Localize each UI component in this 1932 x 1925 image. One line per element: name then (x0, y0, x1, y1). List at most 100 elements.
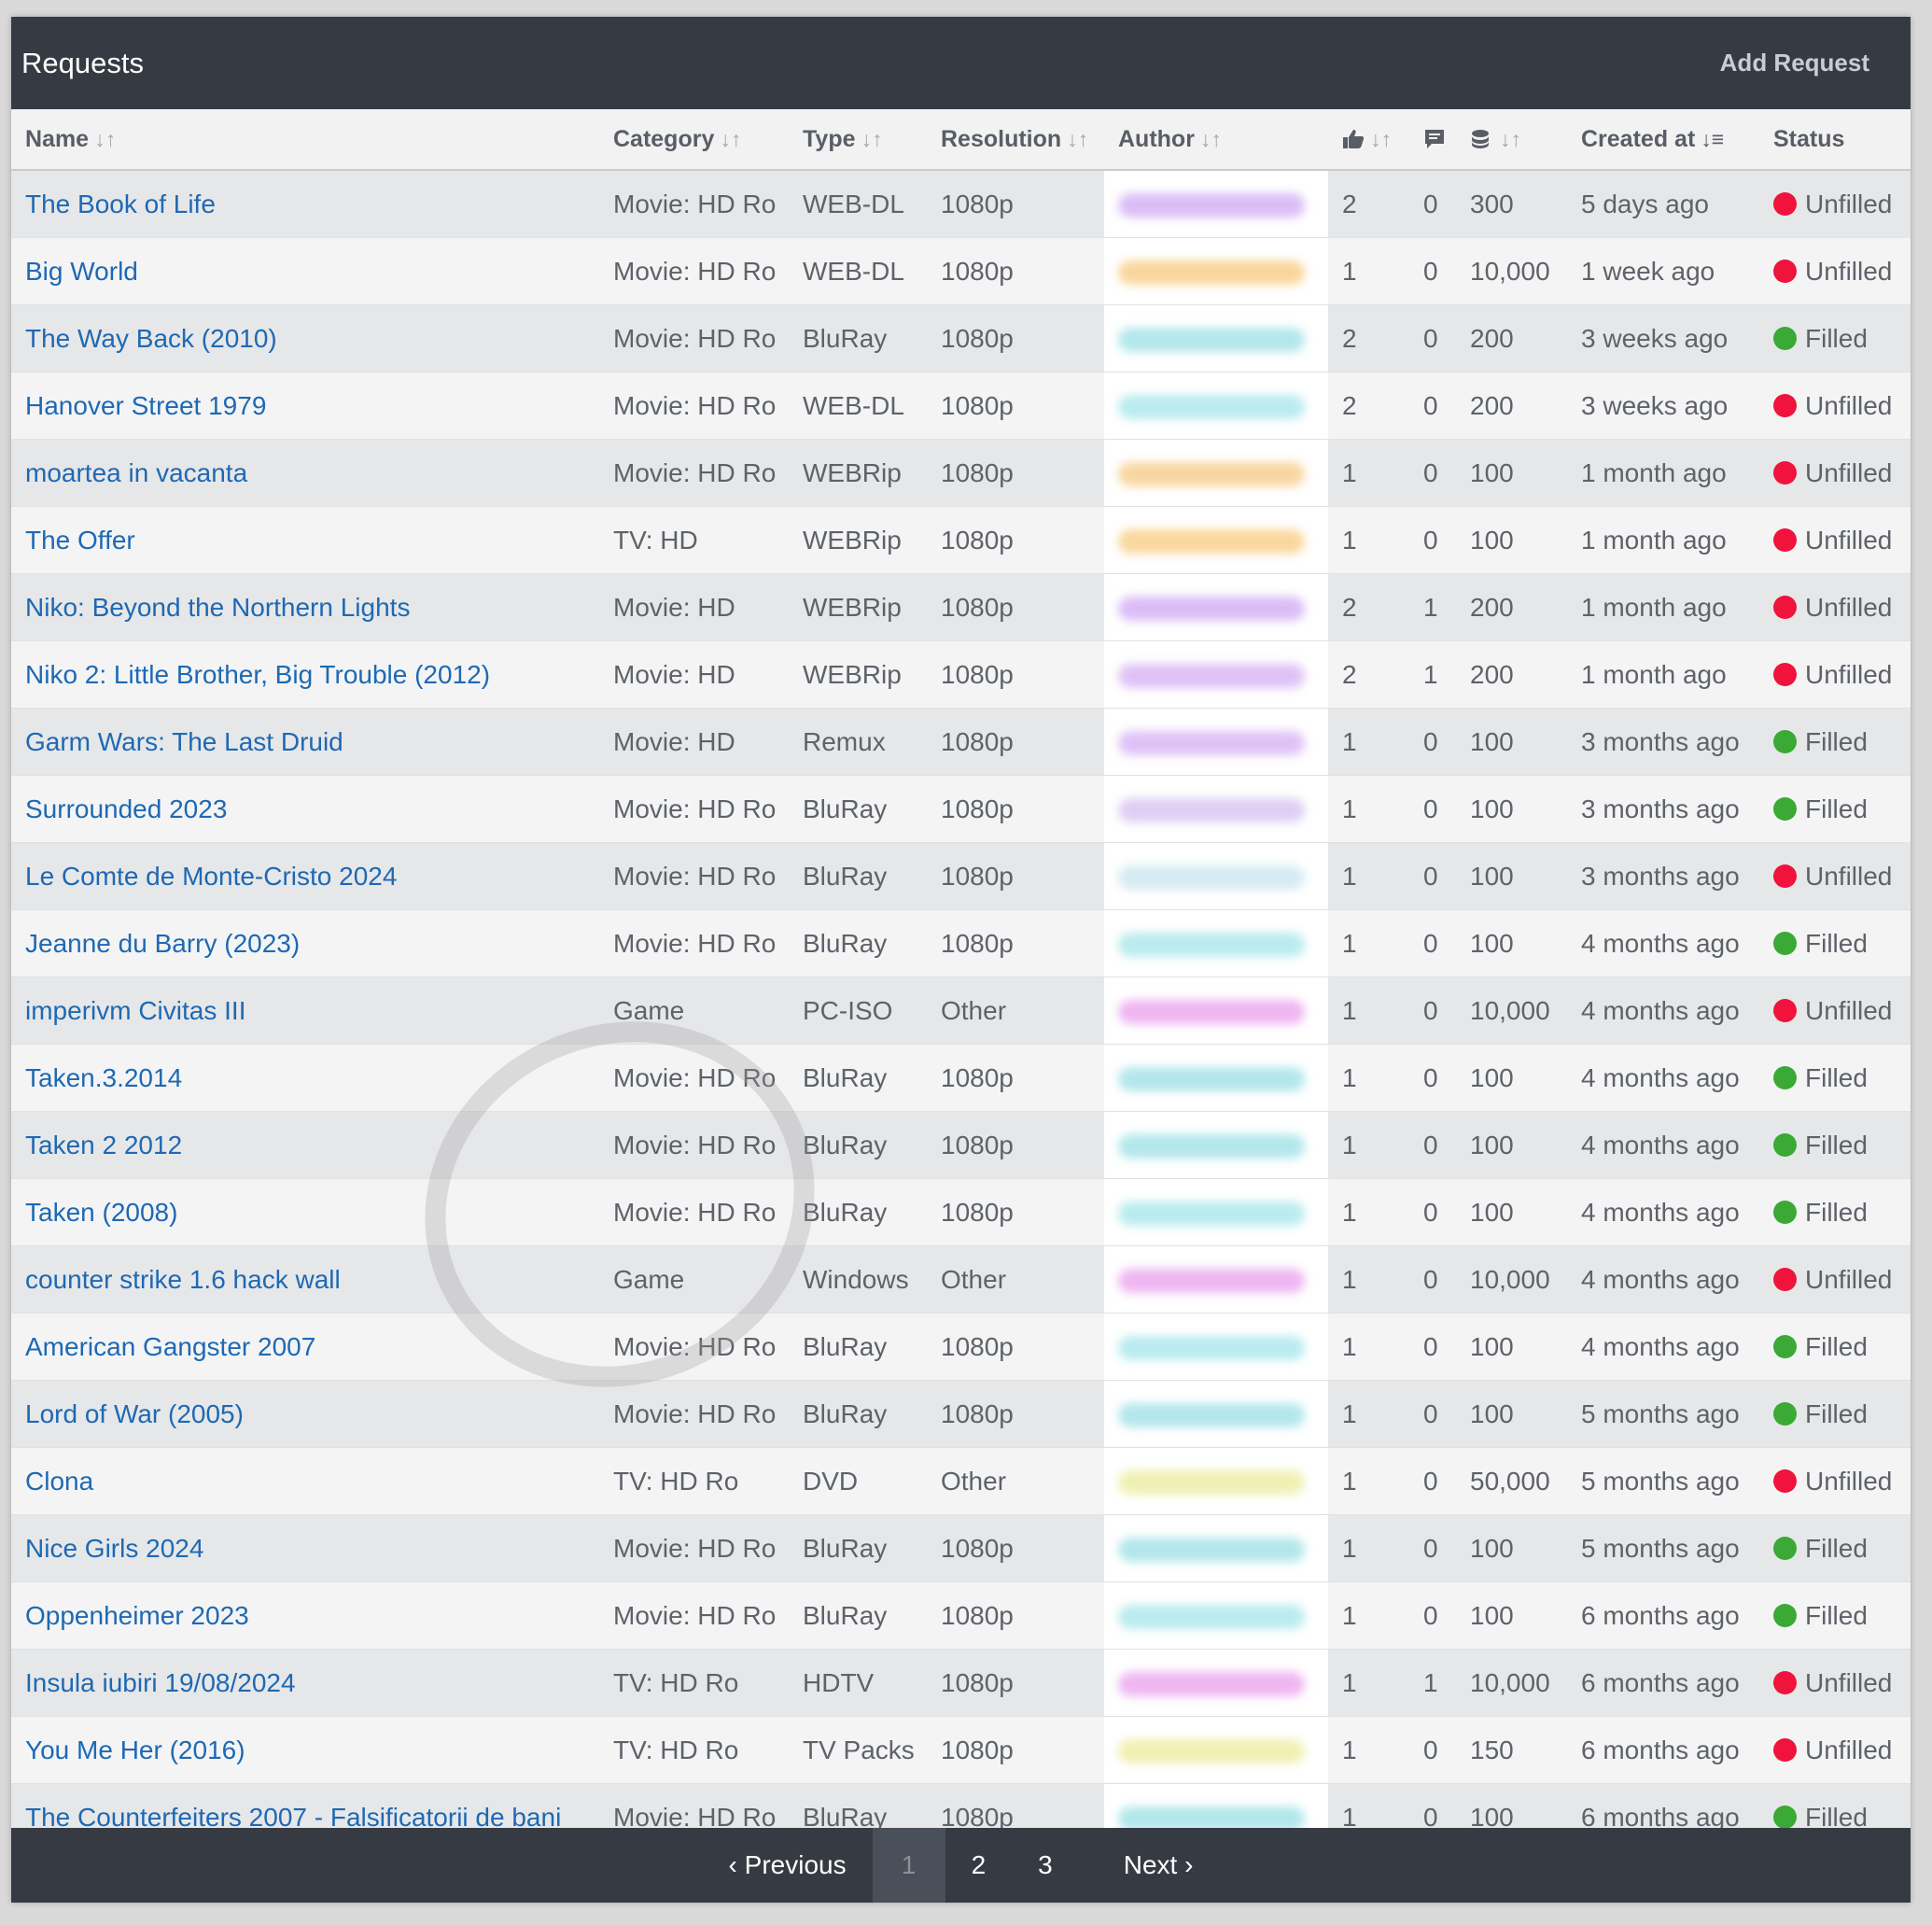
request-name-link[interactable]: Hanover Street 1979 (25, 391, 266, 420)
request-name-link[interactable]: American Gangster 2007 (25, 1332, 315, 1361)
table-row: Big World Movie: HD Ro WEB-DL 1080p 1 0 10,000… (11, 237, 1911, 305)
request-name-link[interactable]: moartea in vacanta (25, 458, 247, 487)
table-row: Taken.3.2014 Movie: HD Ro BluRay 1080p 1 0 100… (11, 1044, 1911, 1112)
author-name-blurred[interactable] (1118, 933, 1305, 958)
author-name-blurred[interactable] (1118, 193, 1305, 218)
request-type: WEBRip (789, 640, 927, 709)
author-name-blurred[interactable] (1118, 1403, 1305, 1428)
author-name-blurred[interactable] (1118, 664, 1305, 689)
panel-header: Requests Add Request (11, 17, 1911, 109)
request-comments: 0 (1409, 372, 1456, 440)
request-name-link[interactable]: Jeanne du Barry (2023) (25, 929, 300, 958)
request-name-link[interactable]: Taken 2 2012 (25, 1131, 182, 1159)
author-name-blurred[interactable] (1118, 798, 1305, 823)
page-3-button[interactable]: 3 (1012, 1828, 1079, 1903)
table-row: Lord of War (2005) Movie: HD Ro BluRay 1080… (11, 1380, 1911, 1448)
column-bounty[interactable]: ↓↑ (1456, 109, 1567, 171)
request-created: 5 months ago (1567, 1380, 1759, 1448)
author-name-blurred[interactable] (1118, 1672, 1305, 1697)
request-votes: 2 (1328, 573, 1409, 641)
request-votes: 1 (1328, 1514, 1409, 1582)
request-name-link[interactable]: Lord of War (2005) (25, 1399, 244, 1428)
request-name-link[interactable]: Taken (2008) (25, 1198, 177, 1227)
request-name-link[interactable]: Oppenheimer 2023 (25, 1601, 249, 1630)
request-name-link[interactable]: The Offer (25, 526, 135, 555)
request-category: Movie: HD Ro (599, 1044, 789, 1112)
request-name-link[interactable]: Taken.3.2014 (25, 1063, 182, 1092)
sort-desc-icon[interactable]: ↓≡ (1701, 127, 1724, 151)
page-1-button[interactable]: 1 (872, 1828, 945, 1903)
author-name-blurred[interactable] (1118, 1336, 1305, 1361)
column-created[interactable]: Created at ↓≡ (1567, 109, 1759, 171)
request-bounty: 100 (1456, 775, 1567, 843)
author-name-blurred[interactable] (1118, 260, 1305, 286)
request-bounty: 200 (1456, 304, 1567, 372)
author-name-blurred[interactable] (1118, 1201, 1305, 1227)
request-type: WEB-DL (789, 372, 927, 440)
add-request-button[interactable]: Add Request (1720, 49, 1869, 77)
author-name-blurred[interactable] (1118, 529, 1305, 555)
request-type: Remux (789, 708, 927, 776)
request-name-link[interactable]: Insula iubiri 19/08/2024 (25, 1668, 296, 1697)
request-bounty: 100 (1456, 1178, 1567, 1246)
column-author[interactable]: Author ↓↑ (1104, 109, 1328, 171)
request-name-link[interactable]: You Me Her (2016) (25, 1735, 245, 1764)
author-name-blurred[interactable] (1118, 1269, 1305, 1294)
request-name-link[interactable]: Clona (25, 1467, 93, 1496)
previous-page-button[interactable]: ‹ Previous (703, 1828, 873, 1903)
request-name-link[interactable]: imperivm Civitas III (25, 996, 245, 1025)
author-name-blurred[interactable] (1118, 1134, 1305, 1159)
request-name-link[interactable]: The Book of Life (25, 190, 216, 218)
column-type[interactable]: Type ↓↑ (789, 109, 927, 171)
author-name-blurred[interactable] (1118, 1538, 1305, 1563)
author-name-blurred[interactable] (1118, 865, 1305, 891)
column-votes[interactable]: ↓↑ (1328, 109, 1409, 171)
column-resolution[interactable]: Resolution ↓↑ (927, 109, 1104, 171)
request-name-link[interactable]: Niko 2: Little Brother, Big Trouble (201… (25, 660, 490, 689)
author-name-blurred[interactable] (1118, 1470, 1305, 1496)
author-name-blurred[interactable] (1118, 1739, 1305, 1764)
sort-icon[interactable]: ↓↑ (1500, 127, 1521, 151)
request-name-link[interactable]: The Way Back (2010) (25, 324, 277, 353)
author-name-blurred[interactable] (1118, 462, 1305, 487)
request-votes: 1 (1328, 1581, 1409, 1650)
request-name-link[interactable]: Nice Girls 2024 (25, 1534, 203, 1563)
request-resolution: 1080p (927, 237, 1104, 305)
request-name-link[interactable]: Le Comte de Monte-Cristo 2024 (25, 862, 397, 891)
comment-icon (1425, 129, 1444, 148)
author-name-blurred[interactable] (1118, 731, 1305, 756)
sort-icon[interactable]: ↓↑ (94, 127, 116, 151)
sort-icon[interactable]: ↓↑ (720, 127, 741, 151)
author-name-blurred[interactable] (1118, 1000, 1305, 1025)
request-name-link[interactable]: Surrounded 2023 (25, 794, 227, 823)
sort-icon[interactable]: ↓↑ (861, 127, 883, 151)
column-name[interactable]: Name ↓↑ (11, 109, 599, 171)
request-name-link[interactable]: The Counterfeiters 2007 - Falsificatorii… (25, 1803, 561, 1832)
author-name-blurred[interactable] (1118, 395, 1305, 420)
author-name-blurred[interactable] (1118, 1067, 1305, 1092)
author-name-blurred[interactable] (1118, 1605, 1305, 1630)
request-category: Movie: HD Ro (599, 1514, 789, 1582)
author-name-blurred[interactable] (1118, 328, 1305, 353)
request-name-link[interactable]: Big World (25, 257, 138, 286)
sort-icon[interactable]: ↓↑ (1067, 127, 1088, 151)
next-page-button[interactable]: Next › (1079, 1828, 1220, 1903)
author-name-blurred[interactable] (1118, 597, 1305, 622)
request-name-link[interactable]: counter strike 1.6 hack wall (25, 1265, 341, 1294)
status-dot-icon (1773, 460, 1797, 485)
sort-icon[interactable]: ↓↑ (1370, 127, 1392, 151)
request-bounty: 300 (1456, 169, 1567, 238)
request-name-link[interactable]: Garm Wars: The Last Druid (25, 727, 343, 756)
request-votes: 1 (1328, 1716, 1409, 1784)
coins-icon (1472, 129, 1489, 148)
page-2-button[interactable]: 2 (945, 1828, 1013, 1903)
request-created: 4 months ago (1567, 977, 1759, 1045)
sort-icon[interactable]: ↓↑ (1200, 127, 1222, 151)
request-type: BluRay (789, 1581, 927, 1650)
status-label: Filled (1805, 1197, 1868, 1227)
table-row: counter strike 1.6 hack wall Game Windows O… (11, 1245, 1911, 1314)
request-category: Movie: HD Ro (599, 237, 789, 305)
request-name-link[interactable]: Niko: Beyond the Northern Lights (25, 593, 410, 622)
column-category[interactable]: Category ↓↑ (599, 109, 789, 171)
request-category: Movie: HD Ro (599, 842, 789, 910)
